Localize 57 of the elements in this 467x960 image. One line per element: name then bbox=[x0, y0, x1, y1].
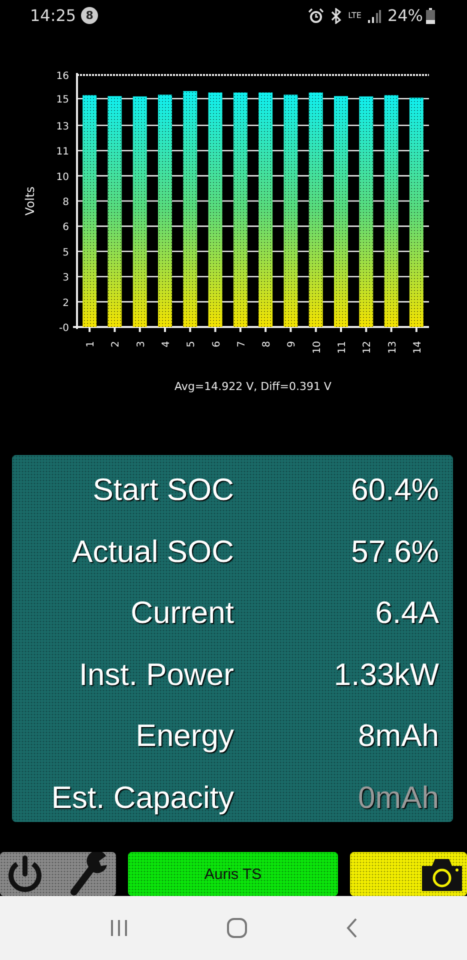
settings-button[interactable] bbox=[70, 852, 110, 896]
axis-tick-label: 8 bbox=[62, 197, 69, 208]
back-button[interactable] bbox=[344, 917, 358, 940]
stat-label: Est. Capacity bbox=[50, 780, 234, 816]
stat-value: 0mAh bbox=[357, 780, 439, 816]
category-label: 9 bbox=[286, 341, 298, 348]
wrench-icon bbox=[70, 852, 110, 896]
notification-badge: 8 bbox=[81, 7, 98, 24]
axis-tick-label: 3 bbox=[62, 272, 69, 284]
category-label: 14 bbox=[412, 341, 424, 354]
signal-icon bbox=[367, 8, 382, 23]
category-label: 5 bbox=[186, 341, 198, 348]
category-label: 2 bbox=[110, 341, 122, 348]
category-label: 7 bbox=[236, 341, 248, 348]
stat-value: 8mAh bbox=[357, 718, 439, 754]
stat-value: 1.33kW bbox=[332, 656, 439, 693]
axis-tick-label: 2 bbox=[62, 298, 69, 310]
axis-tick-label: 11 bbox=[56, 146, 69, 158]
category-label: 8 bbox=[262, 341, 273, 348]
recent-apps-button[interactable] bbox=[108, 918, 128, 938]
power-button[interactable] bbox=[6, 855, 44, 894]
stat-label: Actual SOC bbox=[71, 534, 234, 570]
category-label: 11 bbox=[337, 341, 348, 354]
battery-percentage: 24% bbox=[387, 6, 423, 26]
category-label: 6 bbox=[211, 341, 222, 348]
stat-value: 60.4% bbox=[350, 472, 439, 508]
stat-label: Energy bbox=[134, 718, 234, 754]
stat-value: 57.6% bbox=[350, 534, 439, 570]
axis-title: Volts bbox=[23, 186, 37, 216]
axis-tick-label: 16 bbox=[56, 71, 69, 82]
category-label: 13 bbox=[387, 341, 398, 354]
camera-icon bbox=[420, 856, 464, 892]
category-label: 10 bbox=[312, 341, 323, 354]
axis-tick-label: 5 bbox=[62, 248, 69, 259]
clock-time: 14:25 bbox=[30, 6, 76, 26]
network-type: LTE bbox=[348, 12, 362, 20]
stat-label: Inst. Power bbox=[78, 656, 234, 693]
axis-tick-label: 6 bbox=[62, 222, 69, 234]
category-label: 4 bbox=[161, 341, 172, 348]
axis-tick-label: -0 bbox=[59, 323, 69, 334]
axis-tick-label: 13 bbox=[56, 122, 69, 133]
axis-tick-label: 15 bbox=[56, 94, 69, 106]
category-label: 3 bbox=[136, 341, 147, 348]
stat-value: 6.4A bbox=[374, 595, 439, 632]
camera-button[interactable] bbox=[350, 852, 467, 896]
home-button[interactable] bbox=[226, 917, 248, 940]
battery-icon bbox=[426, 8, 435, 24]
chart-summary: Avg=14.922 V, Diff=0.391 V bbox=[174, 380, 332, 394]
stat-label: Start SOC bbox=[92, 472, 234, 508]
axis-tick-label: 10 bbox=[56, 172, 69, 184]
device-button[interactable]: Auris TS bbox=[128, 852, 338, 896]
stat-label: Current bbox=[130, 595, 234, 632]
alarm-icon bbox=[308, 8, 324, 24]
bluetooth-icon bbox=[330, 8, 342, 24]
category-label: 12 bbox=[362, 341, 374, 354]
power-icon bbox=[6, 855, 44, 894]
category-label: 1 bbox=[86, 341, 97, 348]
